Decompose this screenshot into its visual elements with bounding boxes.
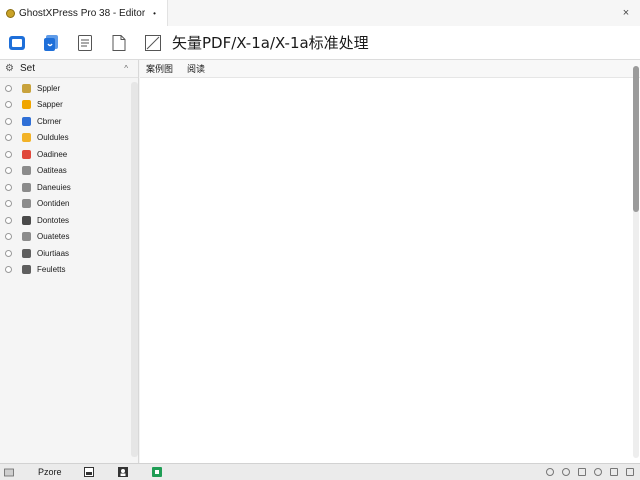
- collapse-icon[interactable]: ^: [124, 64, 128, 73]
- radio-button[interactable]: [5, 150, 12, 158]
- list-item[interactable]: Sppler: [0, 80, 138, 97]
- list-item-label: Cbrner: [37, 116, 62, 126]
- list-item-label: Ouatetes: [37, 232, 70, 242]
- toolbar: 矢量PDF/X-1a/X-1a标准处理: [0, 26, 640, 60]
- picture-icon[interactable]: [83, 467, 94, 477]
- layout-icon[interactable]: [626, 468, 634, 476]
- unsaved-marker: •: [153, 8, 156, 18]
- dark-frame-icon: [22, 215, 31, 225]
- file-icon: [22, 265, 31, 275]
- monitor-icon: [22, 182, 31, 192]
- text-page-button[interactable]: [74, 32, 96, 54]
- main-content: 案例图 阅读: [140, 60, 640, 463]
- radio-button[interactable]: [5, 216, 12, 224]
- list-item-label: Oadinee: [37, 149, 68, 159]
- green-tag-icon[interactable]: [151, 467, 162, 477]
- titlebar-spacer: [168, 0, 612, 26]
- list-item[interactable]: Oadinee: [0, 146, 138, 163]
- list-item[interactable]: Oiurtiaas: [0, 245, 138, 262]
- star-icon: [22, 100, 31, 110]
- display-icon[interactable]: [578, 468, 586, 476]
- radio-button[interactable]: [5, 200, 12, 208]
- archive-icon: [22, 248, 31, 258]
- sidebar-scrollbar[interactable]: [131, 82, 138, 457]
- radio-button[interactable]: [5, 117, 12, 125]
- blue-square-icon: [22, 116, 31, 126]
- text-page-icon: [78, 34, 92, 51]
- scrollbar-thumb[interactable]: [633, 66, 639, 212]
- column-header-read[interactable]: 阅读: [187, 62, 205, 75]
- list-item[interactable]: Cbrner: [0, 113, 138, 130]
- column-header-row: 案例图 阅读: [140, 60, 640, 78]
- new-page-button[interactable]: [108, 32, 130, 54]
- list-item-label: Sapper: [37, 100, 63, 110]
- title-bar: GhostXPress Pro 38 - Editor • ×: [0, 0, 640, 26]
- blue-document-icon: [44, 34, 58, 51]
- list-item[interactable]: Ouldules: [0, 130, 138, 147]
- window-close-button[interactable]: ×: [612, 0, 640, 26]
- page-heading: 矢量PDF/X-1a/X-1a标准处理: [172, 34, 369, 52]
- list-item-label: Feuletts: [37, 265, 66, 275]
- list-item-label: Dontotes: [37, 215, 70, 225]
- radio-button[interactable]: [5, 266, 12, 274]
- radio-button[interactable]: [5, 233, 12, 241]
- list-item[interactable]: Oatiteas: [0, 163, 138, 180]
- list-item[interactable]: Sapper: [0, 97, 138, 114]
- list-item-label: Oiurtiaas: [37, 248, 70, 258]
- list-item[interactable]: Feuletts: [0, 262, 138, 279]
- document-view-button[interactable]: [40, 32, 62, 54]
- list-item[interactable]: Dontotes: [0, 212, 138, 229]
- sidebar: ⚙ Set ^ Sppler Sapper Cbrner Ouldules Oadine…: [0, 60, 139, 463]
- list-item-label: Daneuies: [37, 182, 71, 192]
- radio-button[interactable]: [5, 183, 12, 191]
- box-icon: [22, 232, 31, 242]
- list-item-label: Oontiden: [37, 199, 70, 209]
- sidebar-header: ⚙ Set ^: [0, 60, 138, 78]
- list-item[interactable]: Ouatetes: [0, 229, 138, 246]
- person-icon[interactable]: [117, 467, 128, 477]
- blue-window-icon: [9, 35, 25, 50]
- status-left: Pzore: [0, 467, 162, 477]
- status-right: [546, 468, 640, 476]
- layout-view-button[interactable]: [6, 32, 28, 54]
- status-label: Pzore: [38, 467, 62, 477]
- tag-icon: [22, 133, 31, 143]
- frame-icon: [22, 166, 31, 176]
- radio-button[interactable]: [5, 167, 12, 175]
- radio-button[interactable]: [5, 134, 12, 142]
- radio-button[interactable]: [5, 101, 12, 109]
- category-list: Sppler Sapper Cbrner Ouldules Oadinee Oatitea…: [0, 78, 138, 278]
- app-logo-icon: [6, 8, 15, 18]
- document-tab[interactable]: GhostXPress Pro 38 - Editor •: [0, 0, 168, 26]
- list-item[interactable]: Daneuies: [0, 179, 138, 196]
- list-item-label: Ouldules: [37, 133, 69, 143]
- folder-icon[interactable]: [4, 467, 14, 477]
- blank-page-icon: [112, 34, 126, 51]
- sidebar-title: Set: [19, 63, 35, 74]
- status-bar: Pzore: [0, 463, 640, 480]
- list-item-label: Sppler: [37, 83, 61, 93]
- red-square-icon: [22, 149, 31, 159]
- window-icon: [22, 199, 31, 209]
- radio-button[interactable]: [5, 84, 12, 92]
- draw-line-button[interactable]: [142, 32, 164, 54]
- content-scrollbar[interactable]: [633, 66, 639, 458]
- settings-icon[interactable]: [594, 468, 602, 476]
- list-item[interactable]: Oontiden: [0, 196, 138, 213]
- sync-icon[interactable]: [562, 468, 570, 476]
- slash-box-icon: [145, 34, 161, 51]
- note-icon: [22, 83, 31, 93]
- settings-gear-icon[interactable]: ⚙: [5, 63, 14, 74]
- radio-button[interactable]: [5, 249, 12, 257]
- column-header-case[interactable]: 案例图: [146, 62, 173, 75]
- globe-icon[interactable]: [546, 468, 554, 476]
- list-item-label: Oatiteas: [37, 166, 67, 176]
- notification-icon[interactable]: [610, 468, 618, 476]
- tab-title: GhostXPress Pro 38 - Editor: [19, 7, 146, 19]
